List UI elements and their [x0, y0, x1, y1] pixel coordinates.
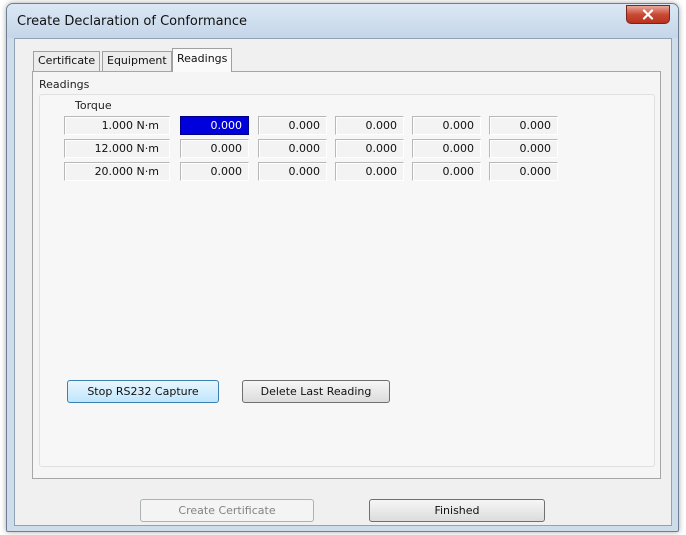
title-bar[interactable]: Create Declaration of Conformance — [7, 4, 678, 38]
stop-rs232-capture-label: Stop RS232 Capture — [87, 385, 199, 398]
readings-tab-panel: Readings Torque 1.000 N·m 0.000 0.000 0.… — [32, 71, 661, 479]
reading-cell[interactable]: 0.000 — [335, 162, 404, 181]
reading-cell[interactable]: 0.000 — [489, 139, 558, 158]
reading-cell[interactable]: 0.000 — [412, 116, 481, 135]
reading-cell[interactable]: 0.000 — [180, 116, 249, 135]
tab-readings-label: Readings — [177, 52, 228, 65]
tab-equipment[interactable]: Equipment — [102, 51, 172, 71]
close-icon — [642, 9, 654, 20]
readings-group-label: Readings — [39, 78, 90, 91]
reading-cell[interactable]: 0.000 — [335, 139, 404, 158]
reading-cell[interactable]: 0.000 — [258, 116, 327, 135]
tab-certificate[interactable]: Certificate — [33, 51, 101, 71]
window-title: Create Declaration of Conformance — [17, 14, 248, 29]
delete-last-reading-button[interactable]: Delete Last Reading — [242, 380, 390, 403]
reading-cell[interactable]: 0.000 — [180, 139, 249, 158]
create-certificate-label: Create Certificate — [178, 504, 276, 517]
tab-certificate-label: Certificate — [38, 54, 96, 67]
reading-cell[interactable]: 0.000 — [489, 162, 558, 181]
tab-readings[interactable]: Readings — [172, 48, 233, 72]
torque-value-field: 1.000 N·m — [64, 116, 170, 135]
close-button[interactable] — [626, 5, 670, 24]
torque-value-field: 12.000 N·m — [64, 139, 170, 158]
create-certificate-button[interactable]: Create Certificate — [140, 499, 314, 522]
delete-last-reading-label: Delete Last Reading — [260, 385, 372, 398]
reading-cell[interactable]: 0.000 — [258, 162, 327, 181]
reading-cell[interactable]: 0.000 — [258, 139, 327, 158]
reading-cell[interactable]: 0.000 — [180, 162, 249, 181]
finished-button[interactable]: Finished — [369, 499, 545, 522]
finished-label: Finished — [434, 504, 480, 517]
torque-value-field: 20.000 N·m — [64, 162, 170, 181]
dialog-window: Create Declaration of Conformance Certif… — [6, 3, 679, 532]
tab-equipment-label: Equipment — [107, 54, 167, 67]
reading-cell[interactable]: 0.000 — [412, 162, 481, 181]
reading-cell[interactable]: 0.000 — [335, 116, 404, 135]
torque-column-header: Torque — [75, 99, 112, 112]
dialog-client-area: Certificate Equipment Readings Readings … — [14, 38, 672, 526]
stop-rs232-capture-button[interactable]: Stop RS232 Capture — [67, 380, 219, 403]
reading-cell[interactable]: 0.000 — [412, 139, 481, 158]
reading-cell[interactable]: 0.000 — [489, 116, 558, 135]
